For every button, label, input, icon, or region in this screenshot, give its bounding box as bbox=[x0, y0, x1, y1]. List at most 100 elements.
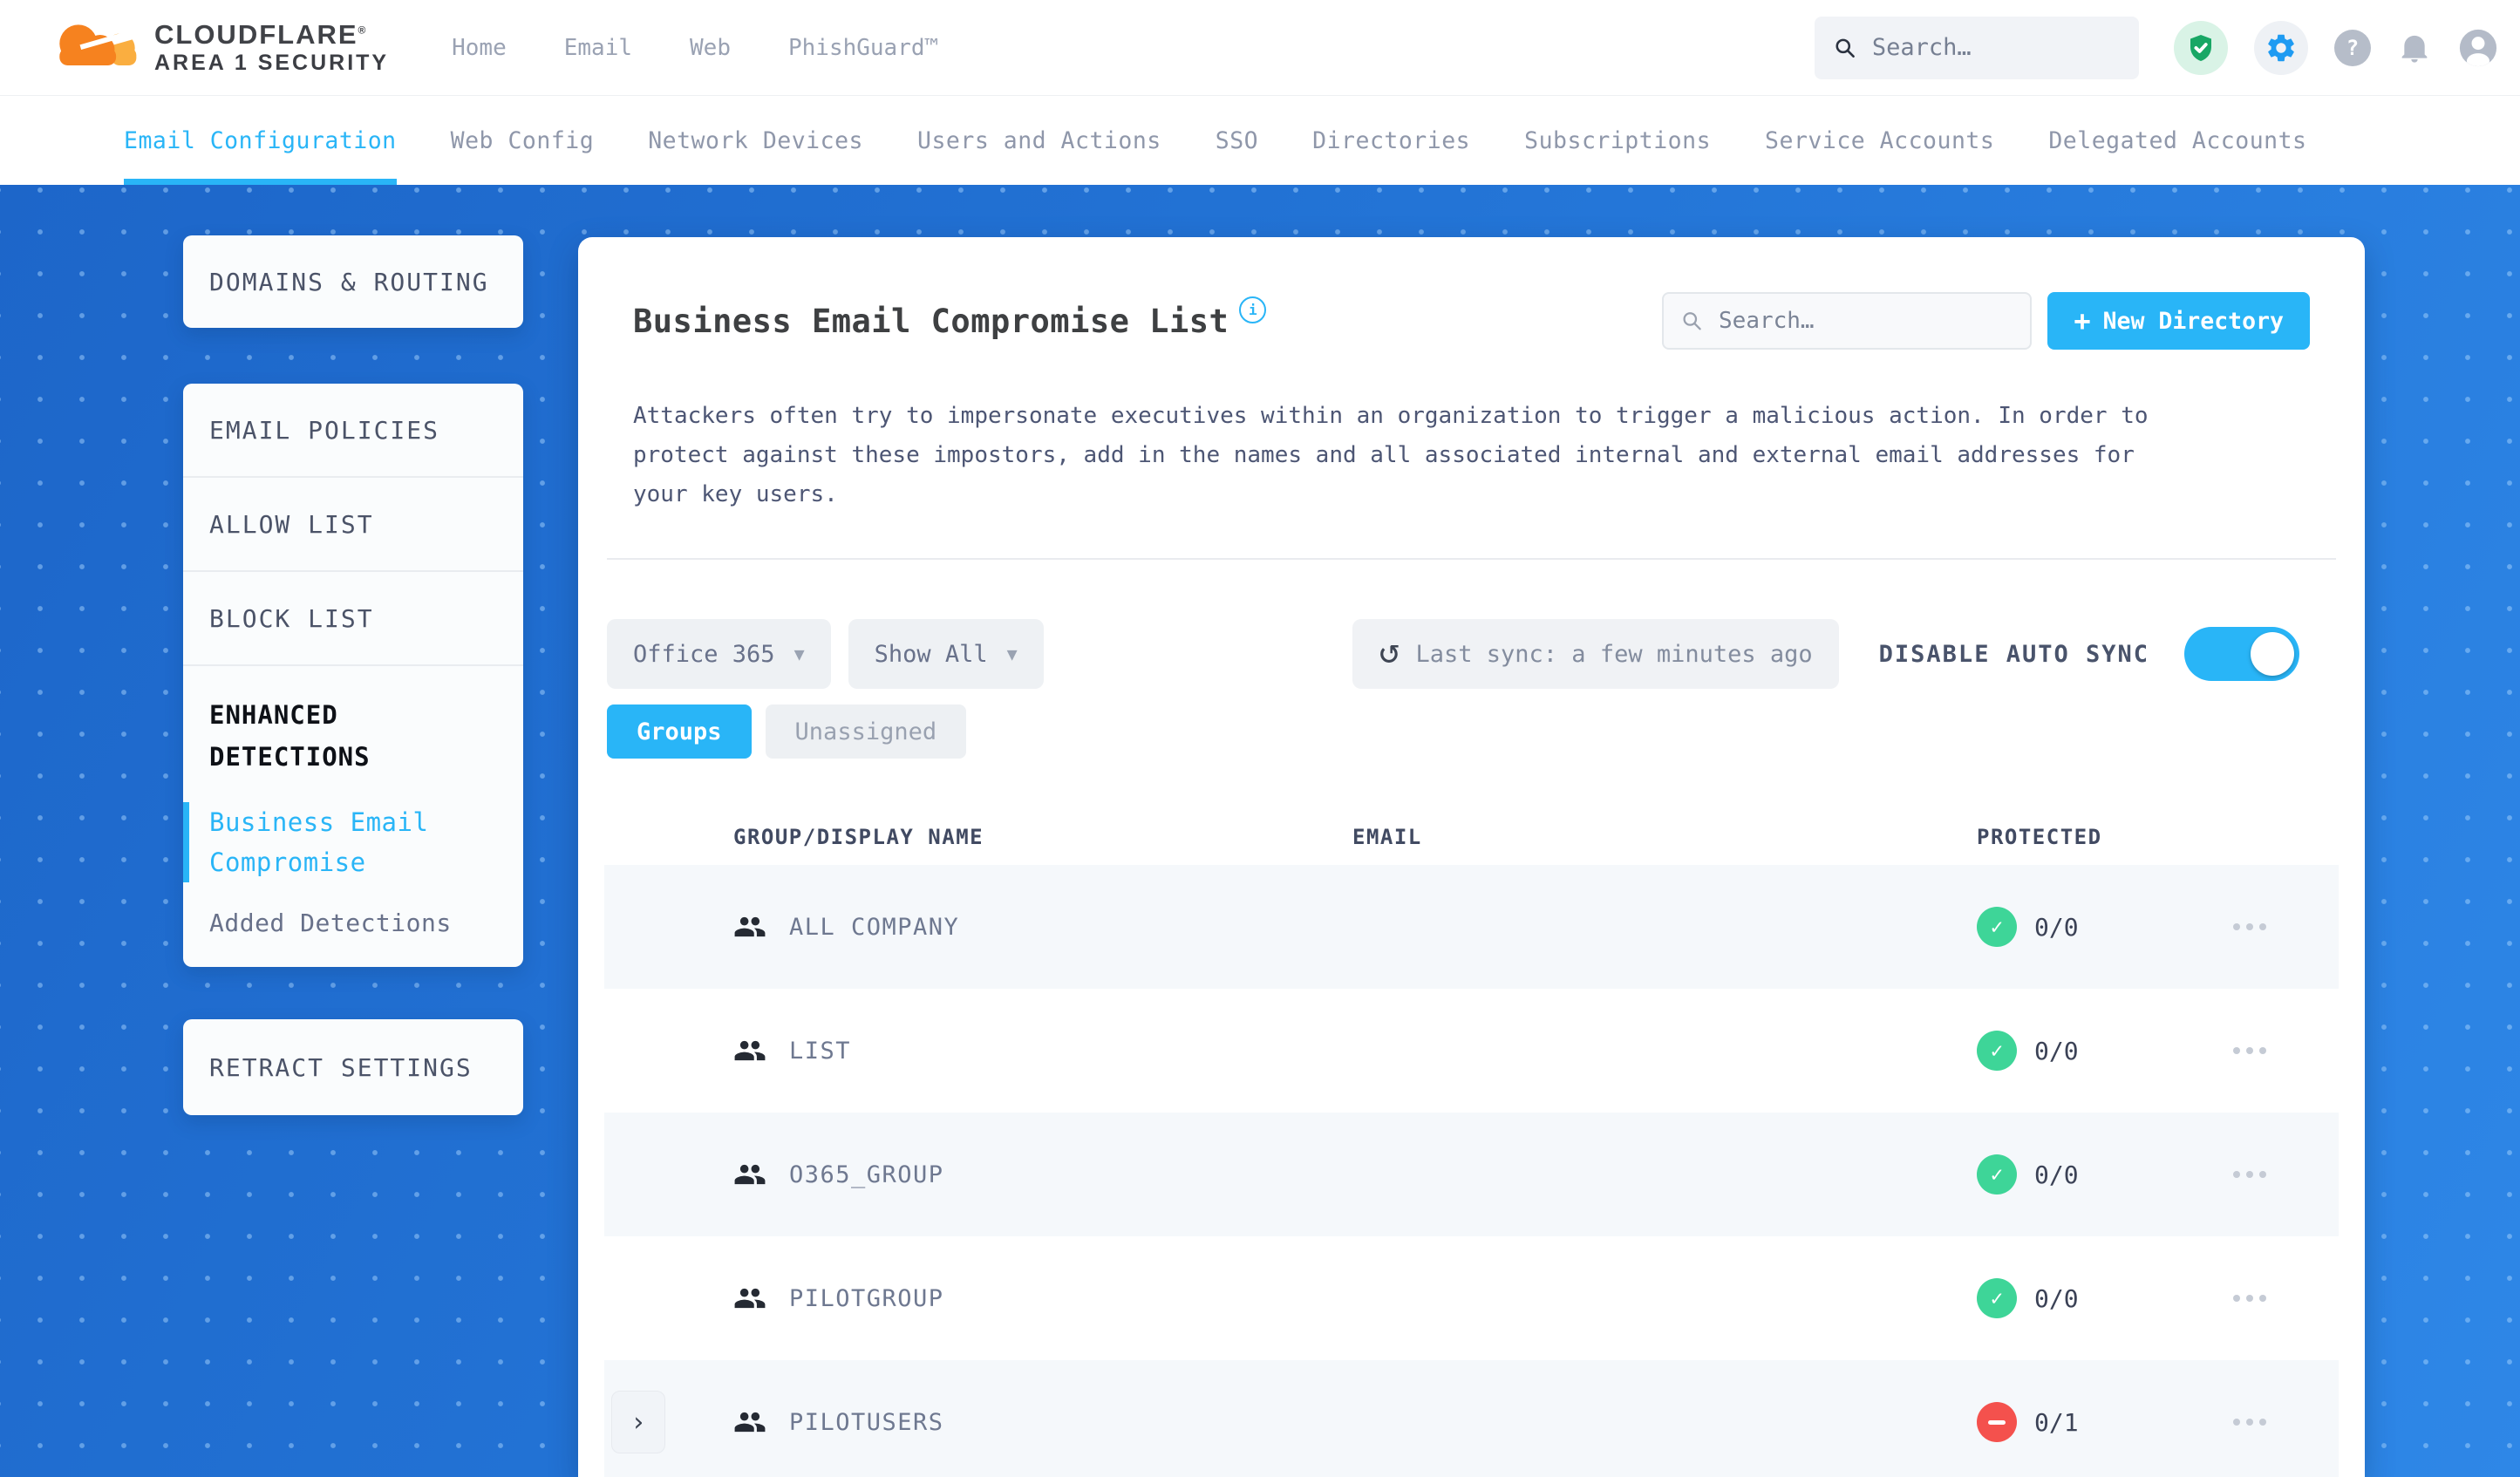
page-description: Attackers often try to impersonate execu… bbox=[633, 403, 2149, 507]
chevron-down-icon: ▼ bbox=[793, 643, 805, 664]
sidebar-item-block-list[interactable]: BLOCK LIST bbox=[183, 572, 523, 666]
subnav: Email Configuration Web Config Network Dev… bbox=[0, 96, 2520, 185]
refresh-icon: ↺ bbox=[1379, 631, 1400, 671]
row-actions-ellipsis[interactable] bbox=[2233, 1171, 2339, 1178]
sidebar-item-retract-settings[interactable]: RETRACT SETTINGS bbox=[183, 1019, 523, 1115]
column-header-protected: PROTECTED bbox=[1977, 825, 2102, 849]
column-header-name: GROUP/DISPLAY NAME bbox=[733, 825, 984, 849]
registered-mark: ® bbox=[358, 24, 368, 37]
status-badge bbox=[1977, 1402, 2017, 1442]
row-actions-ellipsis[interactable] bbox=[2233, 1295, 2339, 1302]
nav-item-email[interactable]: Email bbox=[564, 35, 632, 61]
group-people-icon bbox=[734, 1164, 766, 1185]
workspace: DOMAINS & ROUTING EMAIL POLICIES ALLOW L… bbox=[0, 185, 2520, 1477]
tab-unassigned[interactable]: Unassigned bbox=[765, 704, 967, 759]
subnav-item-sso[interactable]: SSO bbox=[1216, 96, 1258, 185]
group-people-icon bbox=[734, 1040, 766, 1061]
status-badge bbox=[1977, 907, 2017, 947]
sidebar-item-domains-routing[interactable]: DOMAINS & ROUTING bbox=[183, 235, 523, 328]
auto-sync-toggle[interactable] bbox=[2184, 627, 2299, 681]
top-nav: Home Email Web PhishGuard™ bbox=[452, 35, 938, 61]
row-name: ALL COMPANY bbox=[789, 913, 960, 941]
sidebar-item-allow-list[interactable]: ALLOW LIST bbox=[183, 478, 523, 572]
table-header: GROUP/DISPLAY NAME EMAIL PROTECTED bbox=[604, 809, 2339, 865]
groups-table: GROUP/DISPLAY NAME EMAIL PROTECTED › ALL… bbox=[604, 809, 2339, 1477]
nav-item-phishguard[interactable]: PhishGuard™ bbox=[788, 35, 938, 61]
sidebar: DOMAINS & ROUTING EMAIL POLICIES ALLOW L… bbox=[183, 235, 523, 1115]
sidebar-item-email-policies[interactable]: EMAIL POLICIES bbox=[183, 384, 523, 478]
subnav-item-service-accounts[interactable]: Service Accounts bbox=[1765, 96, 1994, 185]
shield-check-icon[interactable] bbox=[2174, 20, 2228, 75]
subnav-item-users-and-actions[interactable]: Users and Actions bbox=[917, 96, 1161, 185]
filter-row: Office 365 ▼ Show All ▼ ↺ Last sync: a f… bbox=[604, 619, 2339, 689]
sidebar-policies-card: EMAIL POLICIES ALLOW LIST BLOCK LIST ENH… bbox=[183, 384, 523, 967]
row-name: PILOTUSERS bbox=[789, 1408, 944, 1436]
main-panel: Business Email Compromise List i + New D… bbox=[578, 237, 2365, 1477]
subnav-item-network-devices[interactable]: Network Devices bbox=[648, 96, 863, 185]
panel-search[interactable] bbox=[1662, 292, 2033, 350]
column-header-email: EMAIL bbox=[1352, 825, 1422, 849]
brand-name: CLOUDFLARE® bbox=[154, 19, 368, 51]
protected-count: 0/0 bbox=[2034, 912, 2079, 942]
protected-count: 0/1 bbox=[2034, 1407, 2079, 1437]
table-row: › PILOTUSERS 0/1 bbox=[604, 1360, 2339, 1477]
show-filter-select[interactable]: Show All ▼ bbox=[848, 619, 1044, 689]
subnav-item-delegated-accounts[interactable]: Delegated Accounts bbox=[2048, 96, 2306, 185]
sidebar-item-business-email-compromise[interactable]: Business Email Compromise bbox=[183, 802, 497, 882]
subnav-item-web-config[interactable]: Web Config bbox=[451, 96, 595, 185]
search-icon bbox=[1683, 312, 1702, 330]
row-name: PILOTGROUP bbox=[789, 1284, 944, 1312]
table-row: › ALL COMPANY 0/0 bbox=[604, 865, 2339, 989]
new-directory-button[interactable]: + New Directory bbox=[2047, 292, 2310, 350]
panel-search-input[interactable] bbox=[1717, 307, 2013, 335]
tab-groups[interactable]: Groups bbox=[607, 704, 752, 759]
group-people-icon bbox=[734, 1288, 766, 1309]
row-actions-ellipsis[interactable] bbox=[2233, 1047, 2339, 1054]
table-body: › ALL COMPANY 0/0 › LIST 0/0 bbox=[604, 865, 2339, 1477]
divider bbox=[607, 558, 2336, 560]
nav-item-home[interactable]: Home bbox=[452, 35, 507, 61]
toggle-knob bbox=[2251, 632, 2294, 676]
status-badge bbox=[1977, 1278, 2017, 1318]
subnav-item-directories[interactable]: Directories bbox=[1312, 96, 1470, 185]
protected-count: 0/0 bbox=[2034, 1036, 2079, 1065]
panel-head: Business Email Compromise List i + New D… bbox=[633, 292, 2310, 350]
nav-item-web[interactable]: Web bbox=[690, 35, 731, 61]
status-badge bbox=[1977, 1154, 2017, 1195]
directory-select[interactable]: Office 365 ▼ bbox=[607, 619, 831, 689]
group-people-icon bbox=[734, 916, 766, 937]
plus-icon: + bbox=[2074, 304, 2091, 337]
sidebar-item-enhanced-detections[interactable]: ENHANCED DETECTIONS bbox=[183, 694, 497, 778]
sidebar-section-enhanced-detections: ENHANCED DETECTIONS Business Email Compr… bbox=[183, 666, 523, 967]
header-icons: ? bbox=[2174, 20, 2498, 75]
global-search-input[interactable] bbox=[1870, 33, 2120, 62]
subnav-item-subscriptions[interactable]: Subscriptions bbox=[1524, 96, 1711, 185]
status-badge bbox=[1977, 1031, 2017, 1071]
settings-gear-icon[interactable] bbox=[2254, 20, 2308, 75]
search-icon bbox=[1836, 38, 1855, 58]
sidebar-item-added-detections[interactable]: Added Detections bbox=[183, 909, 497, 937]
brand-logo: CLOUDFLARE® AREA 1 SECURITY bbox=[48, 16, 389, 80]
table-row: › LIST 0/0 bbox=[604, 989, 2339, 1113]
protected-count: 0/0 bbox=[2034, 1160, 2079, 1189]
last-sync-text: Last sync: a few minutes ago bbox=[1415, 640, 1813, 668]
tabs: Groups Unassigned bbox=[604, 704, 2339, 759]
row-actions-ellipsis[interactable] bbox=[2233, 923, 2339, 930]
user-avatar-icon[interactable] bbox=[2458, 28, 2498, 68]
notifications-bell-icon[interactable] bbox=[2397, 31, 2432, 65]
group-people-icon bbox=[734, 1412, 766, 1433]
auto-sync-label: DISABLE AUTO SYNC bbox=[1878, 640, 2149, 668]
row-actions-ellipsis[interactable] bbox=[2233, 1419, 2339, 1426]
top-header: CLOUDFLARE® AREA 1 SECURITY Home Email Web… bbox=[0, 0, 2520, 96]
info-icon[interactable]: i bbox=[1239, 296, 1267, 323]
subnav-item-email-configuration[interactable]: Email Configuration bbox=[124, 96, 397, 185]
global-search[interactable] bbox=[1815, 16, 2139, 79]
brand-subtitle: AREA 1 SECURITY bbox=[154, 50, 390, 75]
last-sync-button[interactable]: ↺ Last sync: a few minutes ago bbox=[1352, 619, 1839, 689]
help-icon[interactable]: ? bbox=[2334, 29, 2371, 66]
expand-row-button[interactable]: › bbox=[611, 1391, 665, 1453]
cloudflare-cloud-icon bbox=[54, 24, 140, 65]
page-title: Business Email Compromise List bbox=[633, 302, 1229, 340]
table-row: › PILOTGROUP 0/0 bbox=[604, 1236, 2339, 1360]
protected-count: 0/0 bbox=[2034, 1283, 2079, 1313]
